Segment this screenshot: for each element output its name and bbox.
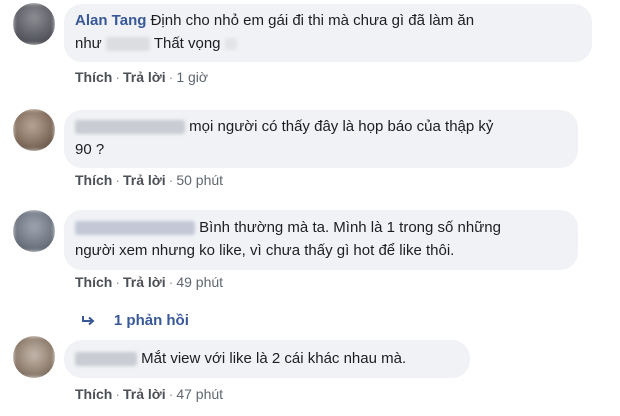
replies-count[interactable]: 1 phản hồi [114, 312, 189, 329]
comment-time[interactable]: 1 giờ [176, 69, 208, 85]
comment-text: như [75, 35, 102, 52]
comment-text: Thất vọng [153, 35, 221, 52]
avatar[interactable] [13, 3, 55, 45]
view-replies-link[interactable]: 1 phản hồi [82, 312, 189, 329]
comment-bubble: Alan Tang Định cho nhỏ em gái đi thi mà … [64, 4, 592, 62]
reply-link[interactable]: Trả lời [123, 172, 166, 188]
comment-actions: Thích · Trả lời · 1 giờ [75, 69, 209, 85]
comment-time[interactable]: 47 phút [176, 386, 223, 402]
comment-text: mọi người có thấy đây là họp báo của thậ… [189, 118, 494, 135]
avatar[interactable] [13, 336, 55, 378]
redacted-author-name[interactable] [75, 120, 185, 135]
comment-text: Định cho nhỏ em gái đi thi mà chưa gì đã… [150, 12, 475, 29]
reply-link[interactable]: Trả lời [123, 386, 166, 402]
avatar[interactable] [13, 210, 55, 252]
comment-text: Bình thường mà ta. Mình là 1 trong số nh… [199, 219, 501, 236]
comment-bubble: mọi người có thấy đây là họp báo của thậ… [64, 110, 578, 168]
redacted-author-name[interactable] [75, 221, 195, 236]
comment-time[interactable]: 50 phút [176, 172, 223, 188]
redacted-author-name[interactable] [75, 352, 137, 367]
like-link[interactable]: Thích [75, 386, 112, 402]
like-link[interactable]: Thích [75, 274, 112, 290]
comment-text: người xem nhưng ko like, vì chưa thấy gì… [75, 242, 455, 259]
comment-bubble: Mắt view với like là 2 cái khác nhau mà. [64, 340, 470, 378]
reply-arrow-icon [82, 312, 100, 328]
redacted-text [105, 37, 150, 52]
comment-actions: Thích · Trả lời · 49 phút [75, 274, 224, 290]
like-link[interactable]: Thích [75, 172, 112, 188]
reply-link[interactable]: Trả lời [123, 69, 166, 85]
like-link[interactable]: Thích [75, 69, 112, 85]
avatar[interactable] [13, 109, 55, 151]
comment-actions: Thích · Trả lời · 47 phút [75, 386, 224, 402]
comment-bubble: Bình thường mà ta. Mình là 1 trong số nh… [64, 210, 578, 270]
comment-author-name[interactable]: Alan Tang [75, 12, 146, 29]
redacted-emoji [224, 38, 237, 51]
comment-actions: Thích · Trả lời · 50 phút [75, 172, 224, 188]
comment-text: 90 ? [75, 141, 105, 158]
comment-time[interactable]: 49 phút [176, 274, 223, 290]
reply-link[interactable]: Trả lời [123, 274, 166, 290]
comment-text: Mắt view với like là 2 cái khác nhau mà. [141, 350, 407, 367]
